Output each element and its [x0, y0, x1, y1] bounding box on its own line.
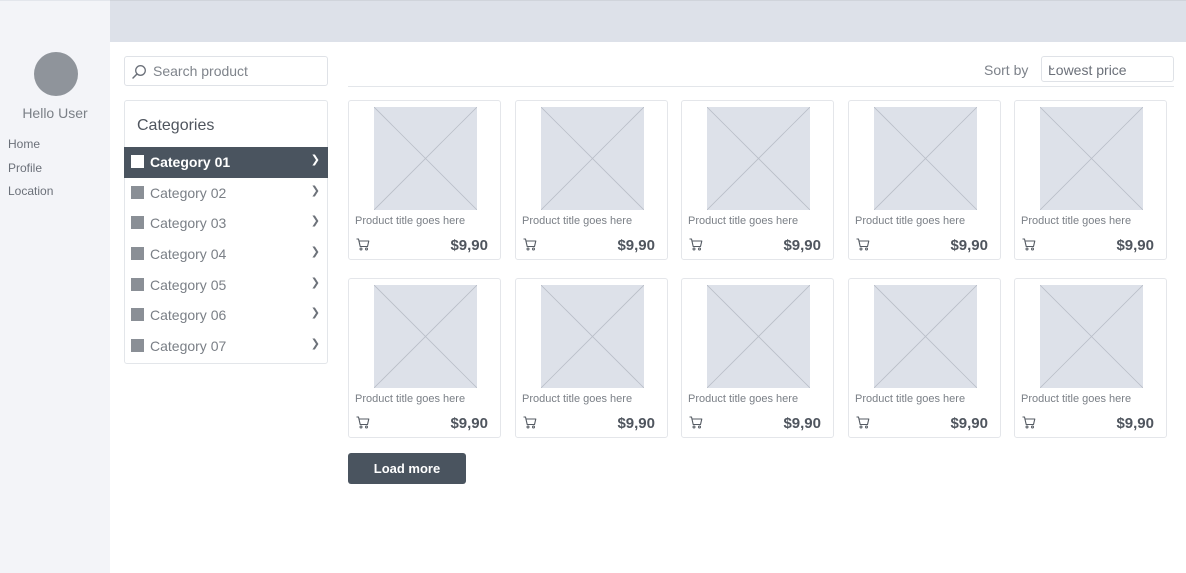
cart-icon[interactable]: [523, 416, 537, 429]
category-item[interactable]: Category 03 ❯: [124, 208, 328, 239]
product-price: $9,90: [450, 237, 488, 254]
image-placeholder-icon: [541, 107, 644, 210]
category-label: Category 03: [150, 215, 227, 232]
nav-item-home[interactable]: Home: [8, 136, 53, 160]
product-title: Product title goes here: [855, 215, 966, 227]
chevron-right-icon: ❯: [310, 215, 320, 228]
cart-icon[interactable]: [1022, 238, 1036, 251]
chevron-right-icon: ❯: [310, 276, 320, 289]
category-label: Category 05: [150, 276, 227, 293]
category-item[interactable]: Category 06 ❯: [124, 300, 328, 331]
product-price: $9,90: [1116, 415, 1154, 432]
product-card[interactable]: Product title goes here $9,90: [348, 100, 501, 260]
sidebar-nav: Home Profile Location: [8, 136, 53, 207]
product-title: Product title goes here: [1021, 393, 1132, 405]
product-card[interactable]: Product title goes here $9,90: [1014, 100, 1167, 260]
product-title: Product title goes here: [1021, 215, 1132, 227]
cart-icon[interactable]: [689, 238, 703, 251]
avatar[interactable]: [34, 52, 78, 96]
product-price: $9,90: [1116, 237, 1154, 254]
image-placeholder-icon: [374, 107, 477, 210]
category-item[interactable]: Category 07 ❯: [124, 331, 328, 362]
cart-icon[interactable]: [356, 416, 370, 429]
category-checkbox[interactable]: [131, 216, 144, 230]
product-price: $9,90: [950, 415, 988, 432]
category-checkbox[interactable]: [131, 308, 144, 322]
chevron-right-icon: ❯: [310, 246, 320, 259]
category-checkbox[interactable]: [131, 277, 144, 291]
category-checkbox[interactable]: [131, 247, 144, 261]
header-bar: [110, 0, 1186, 42]
product-title: Product title goes here: [688, 215, 799, 227]
chevron-right-icon: ❯: [310, 338, 320, 351]
category-checkbox[interactable]: [131, 155, 144, 168]
search-input[interactable]: [153, 57, 323, 85]
product-title: Product title goes here: [522, 215, 633, 227]
cart-icon[interactable]: [1022, 416, 1036, 429]
product-card[interactable]: Product title goes here $9,90: [681, 278, 834, 438]
categories-panel: Categories Category 01 ❯ Category 02 ❯ Categ…: [124, 100, 328, 364]
sort-label: Sort by: [984, 62, 1029, 78]
sort-select[interactable]: Lowest price ⌄: [1041, 56, 1174, 82]
divider: [348, 86, 1174, 87]
category-item[interactable]: Category 01 ❯: [124, 147, 328, 178]
nav-item-profile[interactable]: Profile: [8, 160, 53, 184]
cart-icon[interactable]: [356, 238, 370, 251]
product-price: $9,90: [617, 415, 655, 432]
image-placeholder-icon: [707, 107, 810, 210]
product-card[interactable]: Product title goes here $9,90: [848, 278, 1001, 438]
sidebar: Hello User Home Profile Location: [0, 0, 110, 573]
image-placeholder-icon: [1040, 107, 1143, 210]
load-more-button[interactable]: Load more: [348, 453, 466, 484]
search-box[interactable]: [124, 56, 328, 86]
product-price: $9,90: [950, 237, 988, 254]
category-checkbox[interactable]: [131, 185, 144, 199]
category-label: Category 02: [150, 184, 227, 201]
product-price: $9,90: [450, 415, 488, 432]
image-placeholder-icon: [1040, 285, 1143, 388]
product-card[interactable]: Product title goes here $9,90: [515, 278, 668, 438]
product-card[interactable]: Product title goes here $9,90: [848, 100, 1001, 260]
category-label: Category 07: [150, 338, 227, 355]
image-placeholder-icon: [707, 285, 810, 388]
category-label: Category 04: [150, 246, 227, 263]
product-price: $9,90: [617, 237, 655, 254]
product-title: Product title goes here: [855, 393, 966, 405]
product-card[interactable]: Product title goes here $9,90: [515, 100, 668, 260]
product-title: Product title goes here: [688, 393, 799, 405]
category-item[interactable]: Category 05 ❯: [124, 270, 328, 301]
product-card[interactable]: Product title goes here $9,90: [681, 100, 834, 260]
greeting: Hello User: [22, 105, 88, 121]
nav-item-location[interactable]: Location: [8, 183, 53, 207]
image-placeholder-icon: [541, 285, 644, 388]
product-card[interactable]: Product title goes here $9,90: [1014, 278, 1167, 438]
cart-icon[interactable]: [856, 416, 870, 429]
cart-icon[interactable]: [523, 238, 537, 251]
image-placeholder-icon: [374, 285, 477, 388]
category-list: Category 01 ❯ Category 02 ❯ Category 03 ❯ Cate…: [124, 147, 328, 362]
category-label: Category 06: [150, 307, 227, 324]
chevron-right-icon: ❯: [310, 154, 320, 166]
chevron-right-icon: ❯: [310, 307, 320, 320]
chevron-down-icon: ⌄: [1048, 62, 1057, 73]
category-label: Category 01: [150, 154, 231, 170]
category-item[interactable]: Category 04 ❯: [124, 239, 328, 270]
product-title: Product title goes here: [522, 393, 633, 405]
product-title: Product title goes here: [355, 215, 466, 227]
category-item[interactable]: Category 02 ❯: [124, 178, 328, 209]
product-price: $9,90: [783, 237, 821, 254]
image-placeholder-icon: [874, 107, 977, 210]
cart-icon[interactable]: [689, 416, 703, 429]
chevron-right-icon: ❯: [310, 184, 320, 197]
product-title: Product title goes here: [355, 393, 466, 405]
category-checkbox[interactable]: [131, 339, 144, 353]
image-placeholder-icon: [874, 285, 977, 388]
search-icon: [132, 65, 146, 79]
product-card[interactable]: Product title goes here $9,90: [348, 278, 501, 438]
categories-title: Categories: [137, 117, 215, 134]
product-price: $9,90: [783, 415, 821, 432]
cart-icon[interactable]: [856, 238, 870, 251]
